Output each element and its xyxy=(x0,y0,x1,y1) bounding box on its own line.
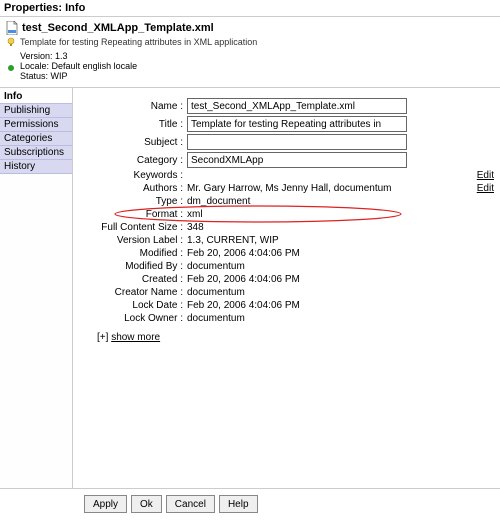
version-value: 1.3 xyxy=(55,51,68,61)
authors-label: Authors : xyxy=(81,183,183,194)
locale-indicator-icon xyxy=(8,65,14,71)
sidebar-tab-history[interactable]: History xyxy=(0,159,72,174)
version-label-label: Version Label : xyxy=(81,235,183,246)
authors-edit-link[interactable]: Edit xyxy=(468,183,494,194)
lock-owner-value: documentum xyxy=(187,313,464,324)
sidebar-tab-categories[interactable]: Categories xyxy=(0,131,72,146)
keywords-edit-link[interactable]: Edit xyxy=(468,170,494,181)
title-field[interactable] xyxy=(187,116,407,132)
cancel-button[interactable]: Cancel xyxy=(166,495,215,513)
name-label: Name : xyxy=(81,101,183,112)
modified-label: Modified : xyxy=(81,248,183,259)
modified-by-label: Modified By : xyxy=(81,261,183,272)
header-filename: test_Second_XMLApp_Template.xml xyxy=(22,22,214,34)
help-button[interactable]: Help xyxy=(219,495,258,513)
category-field[interactable] xyxy=(187,152,407,168)
type-label: Type : xyxy=(81,196,183,207)
full-content-size-value: 348 xyxy=(187,222,464,233)
name-field[interactable] xyxy=(187,98,407,114)
status-label: Status: xyxy=(20,71,48,81)
header-description: Template for testing Repeating attribute… xyxy=(20,37,257,47)
category-label: Category : xyxy=(81,155,183,166)
apply-button[interactable]: Apply xyxy=(84,495,127,513)
sidebar: Info Publishing Permissions Categories S… xyxy=(0,88,73,488)
subject-label: Subject : xyxy=(81,137,183,148)
xml-file-icon xyxy=(6,21,18,35)
modified-by-value: documentum xyxy=(187,261,464,272)
subject-field[interactable] xyxy=(187,134,407,150)
footer: Apply Ok Cancel Help xyxy=(0,488,500,513)
type-value: dm_document xyxy=(187,196,464,207)
version-label: Version: xyxy=(20,51,53,61)
modified-value: Feb 20, 2006 4:04:06 PM xyxy=(187,248,464,259)
title-label: Title : xyxy=(81,119,183,130)
sidebar-tab-publishing[interactable]: Publishing xyxy=(0,103,72,118)
format-value: xml xyxy=(187,209,464,220)
show-more-link[interactable]: show more xyxy=(111,332,160,343)
show-more-prefix: [+] xyxy=(97,332,111,343)
format-label: Format : xyxy=(81,209,183,220)
header: test_Second_XMLApp_Template.xml Template… xyxy=(0,17,500,88)
dialog-title: Properties: Info xyxy=(0,0,500,17)
sidebar-tab-info[interactable]: Info xyxy=(0,90,72,103)
sidebar-tab-subscriptions[interactable]: Subscriptions xyxy=(0,145,72,160)
creator-name-value: documentum xyxy=(187,287,464,298)
authors-value: Mr. Gary Harrow, Ms Jenny Hall, document… xyxy=(187,183,392,194)
lightbulb-icon xyxy=(6,37,16,47)
lock-date-value: Feb 20, 2006 4:04:06 PM xyxy=(187,300,464,311)
created-value: Feb 20, 2006 4:04:06 PM xyxy=(187,274,464,285)
ok-button[interactable]: Ok xyxy=(131,495,162,513)
locale-label: Locale: xyxy=(20,61,49,71)
sidebar-tab-permissions[interactable]: Permissions xyxy=(0,117,72,132)
creator-name-label: Creator Name : xyxy=(81,287,183,298)
locale-value: Default english locale xyxy=(52,61,138,71)
version-label-value: 1.3, CURRENT, WIP xyxy=(187,235,464,246)
full-content-size-label: Full Content Size : xyxy=(81,222,183,233)
status-value: WIP xyxy=(51,71,68,81)
created-label: Created : xyxy=(81,274,183,285)
lock-date-label: Lock Date : xyxy=(81,300,183,311)
main-panel: Name : Title : Subject : Category : Keyw… xyxy=(73,88,500,488)
lock-owner-label: Lock Owner : xyxy=(81,313,183,324)
keywords-label: Keywords : xyxy=(81,170,183,181)
